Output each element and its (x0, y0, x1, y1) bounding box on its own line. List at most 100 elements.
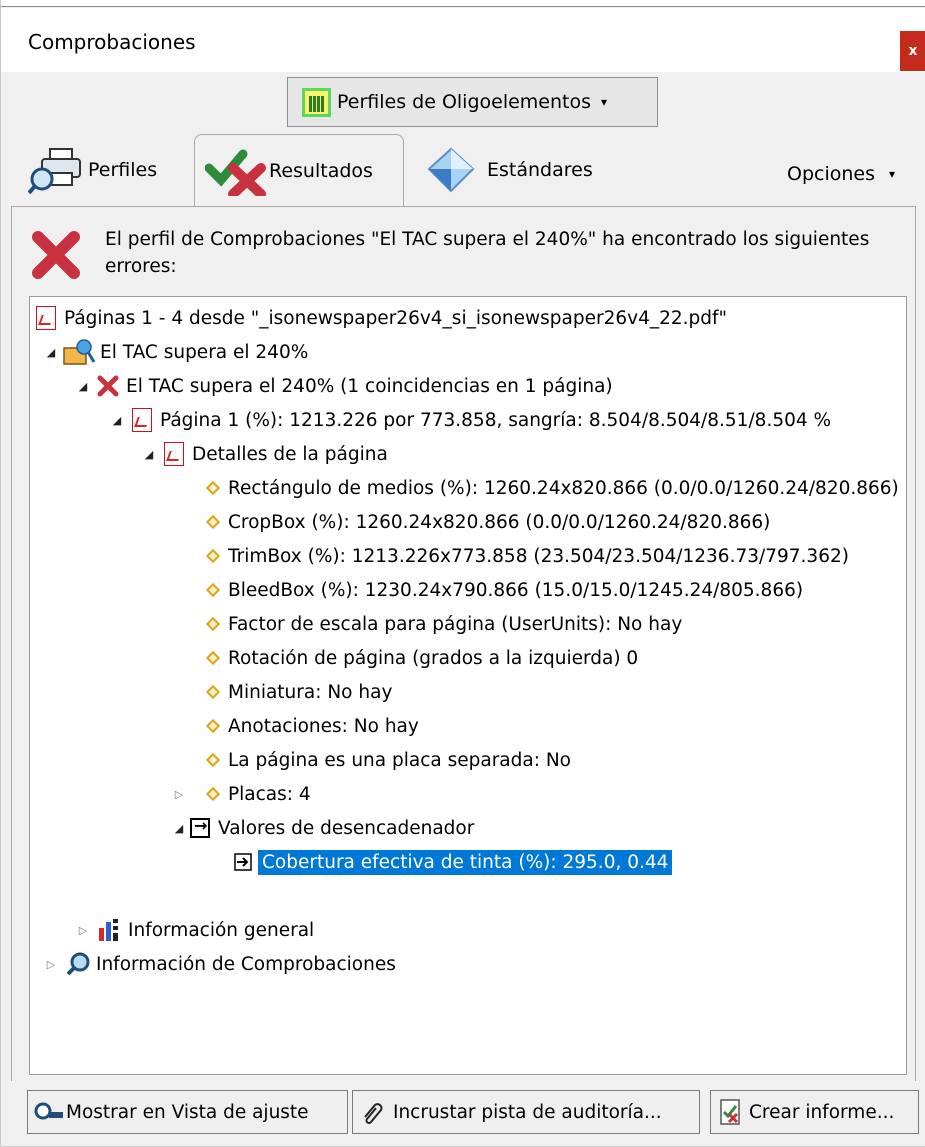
tree-label: Página 1 (%): 1213.226 por 773.858, sang… (160, 409, 832, 431)
tree-item-detail[interactable]: Rectángulo de medios (%): 1260.24x820.86… (204, 471, 899, 505)
property-diamond-icon (205, 752, 221, 768)
expand-arrow-icon[interactable]: ◢ (44, 346, 58, 359)
property-diamond-icon (205, 786, 221, 802)
collapsed-arrow-icon[interactable]: ▷ (44, 958, 58, 971)
tree-item-general-info[interactable]: ▷ Información general (76, 913, 314, 947)
tab-perfiles-label: Perfiles (88, 159, 158, 181)
error-message: El perfil de Comprobaciones "El TAC supe… (105, 229, 870, 277)
tree-item-detail[interactable]: Rotación de página (grados a la izquierd… (204, 641, 638, 675)
options-menu[interactable]: Opciones ▾ (787, 140, 922, 208)
bar-chart-icon (302, 87, 331, 117)
tree-item-plates[interactable]: ▷ Placas: 4 (172, 777, 311, 811)
tree-item-page[interactable]: ◢ Página 1 (%): 1213.226 por 773.858, sa… (110, 403, 831, 437)
results-tree[interactable]: Páginas 1 - 4 desde "_isonewspaper26v4_s… (29, 296, 907, 1075)
window-title: Comprobaciones (28, 30, 196, 54)
tree-item-detail[interactable]: Factor de escala para página (UserUnits)… (204, 607, 682, 641)
property-diamond-icon (205, 548, 221, 564)
tree-item-trigger-value[interactable]: Cobertura efectiva de tinta (%): 295.0, … (234, 845, 673, 879)
property-diamond-icon (205, 616, 221, 632)
tree-label: Factor de escala para página (UserUnits)… (228, 613, 683, 635)
show-in-view-label: Mostrar en Vista de ajuste (66, 1101, 309, 1123)
tree-label: Rotación de página (grados a la izquierd… (228, 647, 639, 669)
tree-label: Valores de desencadenador (218, 817, 475, 839)
expand-arrow-icon[interactable]: ◢ (172, 822, 186, 835)
window-top-edge (1, 0, 925, 7)
tab-estandares-label: Estándares (487, 159, 593, 181)
tree-label: La página es una placa separada: No (228, 749, 571, 771)
options-label: Opciones (787, 163, 875, 185)
tree-label: Información de Comprobaciones (96, 953, 396, 975)
pdf-file-icon (132, 408, 152, 432)
property-diamond-icon (205, 480, 221, 496)
tree-label: Miniatura: No hay (228, 681, 393, 703)
tab-resultados[interactable]: Resultados (194, 134, 404, 207)
tree-label: Páginas 1 - 4 desde "_isonewspaper26v4_s… (64, 307, 728, 329)
info-bars-icon (99, 919, 118, 941)
magnifier-icon (66, 952, 90, 976)
tree-item-page-details[interactable]: ◢ Detalles de la página (142, 437, 388, 471)
tree-label: El TAC supera el 240% (1 coincidencias e… (126, 375, 613, 397)
pdf-file-icon (164, 442, 184, 466)
property-diamond-icon (205, 718, 221, 734)
preflight-window: Comprobaciones x Perfiles de Oligoelemen… (0, 0, 925, 1147)
diamond-icon (427, 147, 475, 193)
tab-estandares[interactable]: Estándares (425, 136, 625, 204)
tab-resultados-label: Resultados (269, 160, 373, 182)
expand-arrow-icon[interactable]: ◢ (110, 414, 124, 427)
collapsed-arrow-icon[interactable]: ▷ (172, 788, 186, 801)
property-diamond-icon (205, 684, 221, 700)
close-button[interactable]: x (900, 31, 925, 71)
chevron-down-icon: ▾ (601, 95, 608, 109)
tree-label: Detalles de la página (192, 443, 388, 465)
property-diamond-icon (205, 514, 221, 530)
tree-item-detail[interactable]: Miniatura: No hay (204, 675, 392, 709)
property-diamond-icon (205, 582, 221, 598)
profile-dropdown-label: Perfiles de Oligoelementos (337, 91, 592, 113)
property-diamond-icon (205, 650, 221, 666)
tree-item-check-info[interactable]: ▷ Información de Comprobaciones (44, 947, 396, 981)
error-header: El perfil de Comprobaciones "El TAC supe… (28, 224, 908, 284)
tree-label: Anotaciones: No hay (228, 715, 419, 737)
tree-label-selected: Cobertura efectiva de tinta (%): 295.0, … (258, 849, 673, 875)
tree-item-detail[interactable]: BleedBox (%): 1230.24x790.866 (15.0/15.0… (204, 573, 803, 607)
report-icon (720, 1099, 740, 1125)
expand-arrow-icon[interactable]: ◢ (142, 448, 156, 461)
tree-item-detail[interactable]: TrimBox (%): 1213.226x773.858 (23.504/23… (204, 539, 849, 573)
expand-arrow-icon[interactable]: ◢ (76, 380, 90, 393)
tree-item-profile[interactable]: ◢ El TAC supera el 240% (44, 335, 308, 369)
trigger-arrow-icon (190, 816, 210, 838)
pdf-file-icon (36, 306, 56, 330)
tree-label: Información general (128, 919, 315, 941)
tree-item-detail[interactable]: La página es una placa separada: No (204, 743, 571, 777)
embed-audit-label: Incrustar pista de auditoría... (393, 1101, 662, 1123)
create-report-button[interactable]: Crear informe... (710, 1090, 919, 1134)
preflight-profile-icon (63, 339, 96, 365)
paperclip-icon (364, 1103, 383, 1124)
chevron-down-icon: ▾ (889, 167, 896, 181)
trigger-arrow-icon (234, 853, 252, 871)
tree-label: Placas: 4 (228, 783, 311, 805)
tree-item-trigger-values[interactable]: ◢ Valores de desencadenador (172, 811, 475, 845)
profile-library-dropdown[interactable]: Perfiles de Oligoelementos ▾ (287, 77, 658, 127)
magnifier-icon (34, 1102, 63, 1120)
tree-item-check[interactable]: ◢ El TAC supera el 240% (1 coincidencias… (76, 369, 613, 403)
tree-label: Rectángulo de medios (%): 1260.24x820.86… (228, 477, 899, 499)
tree-item-detail[interactable]: Anotaciones: No hay (204, 709, 419, 743)
tree-label: El TAC supera el 240% (100, 341, 309, 363)
embed-audit-trail-button[interactable]: Incrustar pista de auditoría... (352, 1090, 700, 1134)
create-report-label: Crear informe... (749, 1101, 895, 1123)
collapsed-arrow-icon[interactable]: ▷ (76, 924, 90, 937)
tab-perfiles[interactable]: Perfiles (28, 136, 168, 204)
tree-label: BleedBox (%): 1230.24x790.866 (15.0/15.0… (228, 579, 804, 601)
tree-item-detail[interactable]: CropBox (%): 1260.24x820.866 (0.0/0.0/12… (204, 505, 770, 539)
error-cross-icon (97, 375, 119, 397)
title-bar: Comprobaciones x (1, 8, 925, 72)
error-cross-icon (32, 231, 80, 279)
tree-item-root[interactable]: Páginas 1 - 4 desde "_isonewspaper26v4_s… (36, 301, 727, 335)
printer-magnifier-icon (28, 148, 81, 195)
check-cross-icon (205, 149, 266, 196)
tree-label: CropBox (%): 1260.24x820.866 (0.0/0.0/12… (228, 511, 771, 533)
bottom-toolbar: Mostrar en Vista de ajuste Incrustar pis… (27, 1090, 922, 1138)
show-in-view-button[interactable]: Mostrar en Vista de ajuste (27, 1090, 348, 1134)
tree-label: TrimBox (%): 1213.226x773.858 (23.504/23… (228, 545, 849, 567)
